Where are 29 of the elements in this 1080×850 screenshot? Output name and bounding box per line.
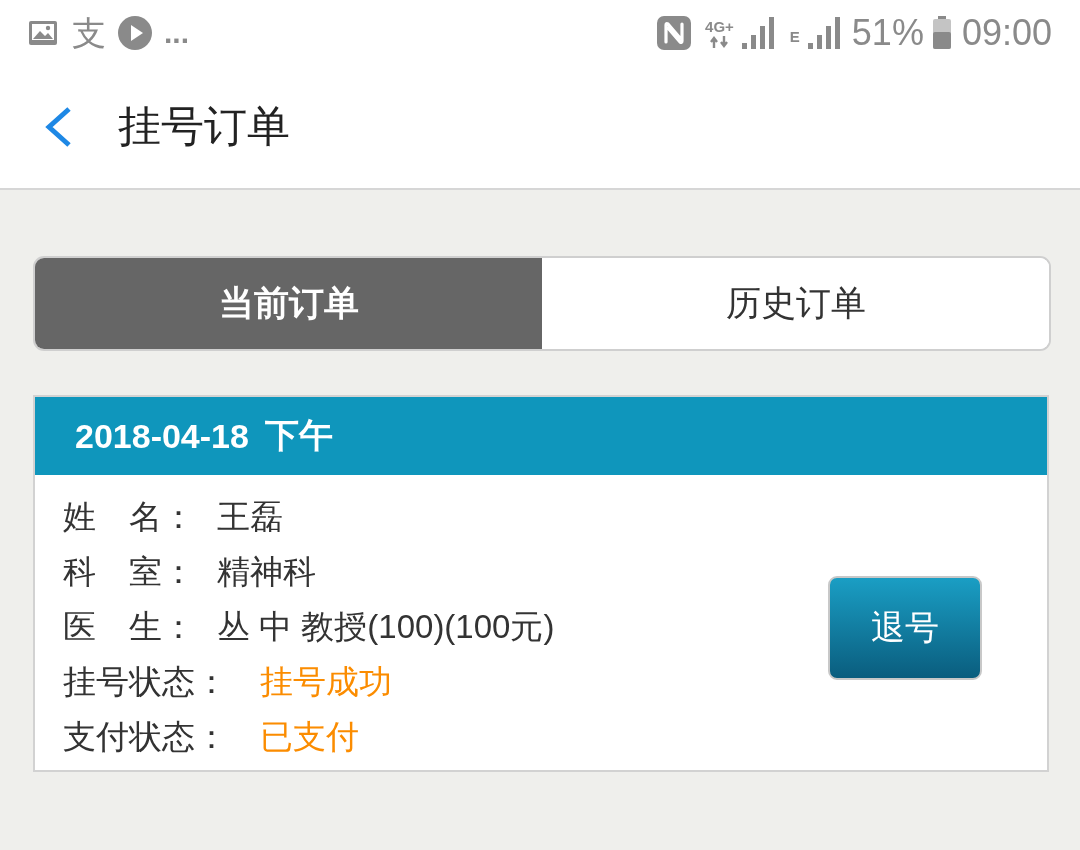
overflow-text: ... <box>164 18 189 48</box>
image-icon <box>28 20 58 46</box>
order-tab[interactable]: 当前订单 <box>35 258 542 349</box>
clock-time: 09:00 <box>961 15 1052 51</box>
battery-percent: 51% <box>851 15 924 51</box>
page-title: 挂号订单 <box>118 101 290 152</box>
field-label: 科 室： <box>63 552 195 592</box>
field-label: 姓 名： <box>63 497 195 537</box>
order-date: 2018-04-18 <box>75 416 249 456</box>
field-label: 支付状态： <box>63 717 228 757</box>
back-button[interactable] <box>43 107 73 147</box>
nfc-icon <box>657 16 692 50</box>
field-value: 已支付 <box>260 717 359 757</box>
field-value: 王磊 <box>217 497 283 537</box>
network-type-text: E <box>789 29 800 44</box>
signal-icon <box>807 17 842 49</box>
field-label: 医 生： <box>63 607 195 647</box>
signal-icon <box>741 17 776 49</box>
field-label: 挂号状态： <box>63 662 228 702</box>
field-value: 精神科 <box>217 552 316 592</box>
network-type-text: 4G+ <box>705 18 734 34</box>
notification-glyph: 支 <box>72 16 106 50</box>
field-value: 丛 中 教授(100)(100元) <box>217 607 555 647</box>
battery-icon <box>931 16 952 50</box>
field-value: 挂号成功 <box>260 662 392 702</box>
order-period: 下午 <box>264 415 333 456</box>
play-icon <box>118 16 152 50</box>
data-arrows-icon <box>709 35 730 48</box>
refund-button[interactable]: 退号 <box>828 575 982 680</box>
